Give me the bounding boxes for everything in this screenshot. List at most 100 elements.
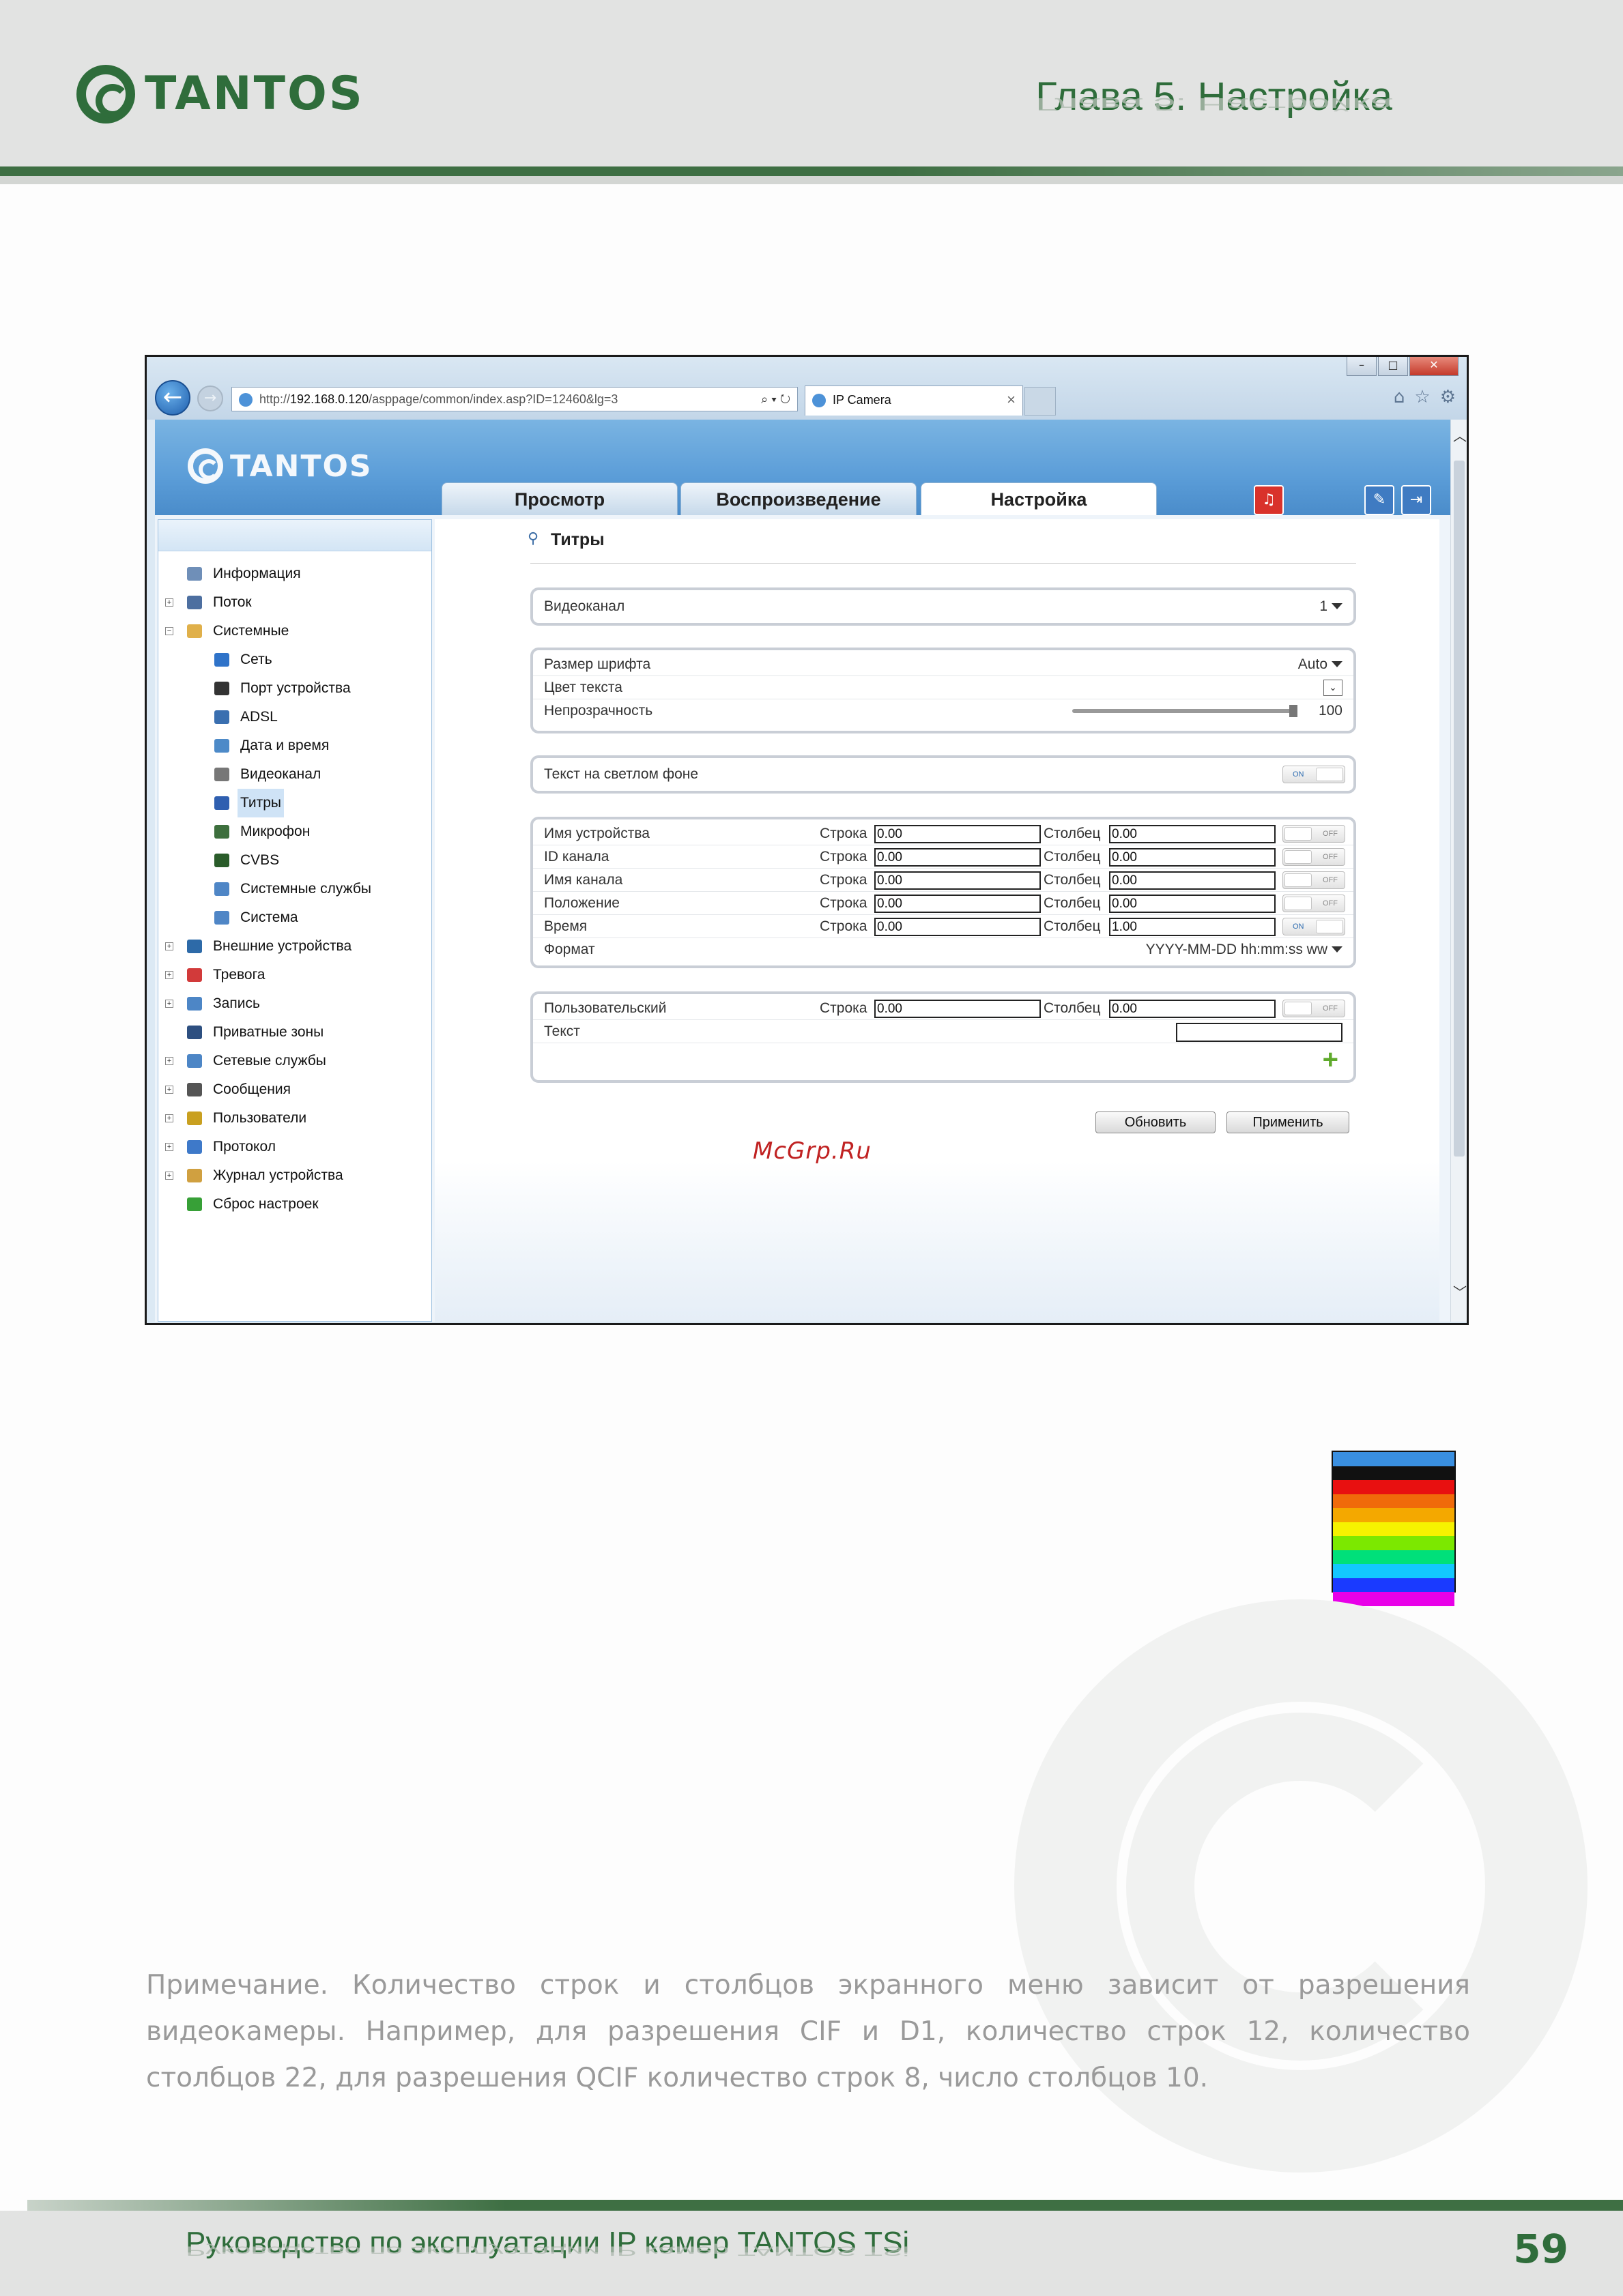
overlay-toggle[interactable]: OFF [1282, 825, 1345, 843]
browser-tab[interactable]: IP Camera × [805, 386, 1023, 416]
overlay-toggle[interactable]: ON [1282, 918, 1345, 935]
camera-icon [214, 768, 229, 781]
overlay-toggle[interactable]: OFF [1282, 871, 1345, 889]
custom-text-label: Текст [544, 1023, 580, 1039]
sidebar-item[interactable]: Сеть [158, 645, 431, 674]
custom-col-input[interactable]: 0.00 [1109, 1000, 1276, 1018]
scrollbar-thumb[interactable] [1454, 461, 1465, 1157]
footer-divider [27, 2200, 1623, 2211]
sidebar-item[interactable]: + Пользователи [158, 1104, 431, 1133]
opacity-slider[interactable] [1072, 705, 1297, 717]
light-background-toggle[interactable]: ON [1282, 766, 1345, 783]
sidebar-item[interactable]: + Сетевые службы [158, 1047, 431, 1075]
lock-edit-icon[interactable]: ✎ [1364, 485, 1394, 515]
expand-icon[interactable]: + [165, 1172, 173, 1180]
logout-icon[interactable]: ⇥ [1401, 485, 1431, 515]
sidebar-item[interactable]: Титры [158, 789, 431, 817]
sidebar-item[interactable]: + Сообщения [158, 1075, 431, 1104]
sidebar-item[interactable]: + Протокол [158, 1133, 431, 1161]
row-input[interactable]: 0.00 [874, 848, 1041, 867]
custom-toggle[interactable]: OFF [1282, 1000, 1345, 1017]
custom-text-row: Текст [533, 1020, 1353, 1043]
custom-col-label: Столбец [1044, 1000, 1101, 1016]
tab-settings[interactable]: Настройка [921, 482, 1157, 515]
font-size-select[interactable]: Auto [1298, 653, 1342, 676]
sidebar-item[interactable]: Сброс настроек [158, 1190, 431, 1219]
sidebar-item[interactable]: − Системные [158, 617, 431, 645]
overlay-toggle[interactable]: OFF [1282, 895, 1345, 912]
sidebar-item[interactable]: Система [158, 903, 431, 932]
row-input[interactable]: 0.00 [874, 918, 1041, 936]
sidebar-item-label: Сетевые службы [213, 1053, 326, 1069]
overlay-label: Имя канала [544, 872, 623, 888]
sidebar-item[interactable]: Дата и время [158, 731, 431, 760]
overlay-toggle[interactable]: OFF [1282, 848, 1345, 866]
expand-icon[interactable]: + [165, 598, 173, 607]
refresh-button[interactable]: Обновить [1095, 1111, 1216, 1133]
sidebar-item[interactable]: ADSL [158, 703, 431, 731]
sidebar-item[interactable]: Приватные зоны [158, 1018, 431, 1047]
scroll-up-icon[interactable]: ︿ [1453, 425, 1467, 445]
logo-text: TANTOS [145, 67, 364, 121]
tab-preview[interactable]: Просмотр [442, 482, 678, 515]
minimize-button[interactable]: – [1347, 357, 1377, 376]
sidebar-item[interactable]: Информация [158, 560, 431, 588]
add-plus-icon[interactable]: + [1323, 1046, 1338, 1073]
sidebar-item[interactable]: Системные службы [158, 875, 431, 903]
search-refresh-icon[interactable]: ⌕ ▾ ↻ [761, 388, 790, 411]
browser-window-screenshot: ← → http://192.168.0.120/asppage/common/… [145, 355, 1469, 1325]
forward-arrow-icon[interactable]: → [197, 386, 223, 411]
sidebar-item[interactable]: Порт устройства [158, 674, 431, 703]
maximize-button[interactable]: □ [1378, 357, 1408, 376]
row-input[interactable]: 0.00 [874, 825, 1041, 843]
titles-settings-panel: ⚲ Титры Видеоканал 1 Размер шрифта Auto [435, 519, 1439, 1322]
vertical-scrollbar[interactable]: ︿ ﹀ [1450, 420, 1467, 1322]
sidebar-item[interactable]: + Запись [158, 989, 431, 1018]
col-input[interactable]: 0.00 [1109, 895, 1276, 913]
custom-row-input[interactable]: 0.00 [874, 1000, 1041, 1018]
expand-icon[interactable]: + [165, 1114, 173, 1122]
address-bar[interactable]: http://192.168.0.120/asppage/common/inde… [231, 387, 798, 411]
sidebar-item-label: Сброс настроек [213, 1196, 319, 1212]
home-icon[interactable]: ⌂ [1394, 387, 1405, 407]
text-color-select[interactable]: ⌄ [1323, 676, 1342, 699]
tab-playback[interactable]: Воспроизведение [680, 482, 917, 515]
alarm-bell-icon[interactable]: ♫ [1254, 485, 1284, 515]
expand-icon[interactable]: + [165, 942, 173, 950]
opacity-slider-handle[interactable] [1289, 705, 1297, 717]
new-tab-button[interactable] [1024, 387, 1056, 416]
row-input[interactable]: 0.00 [874, 871, 1041, 890]
expand-icon[interactable]: + [165, 1057, 173, 1065]
sidebar-item[interactable]: + Поток [158, 588, 431, 617]
expand-icon[interactable]: + [165, 1086, 173, 1094]
expand-icon[interactable]: + [165, 1000, 173, 1008]
sidebar-item[interactable]: Видеоканал [158, 760, 431, 789]
toggle-state: OFF [1323, 853, 1338, 861]
row-input[interactable]: 0.00 [874, 895, 1041, 913]
expand-icon[interactable]: + [165, 971, 173, 979]
sidebar-item[interactable]: + Внешние устройства [158, 932, 431, 961]
collapse-icon[interactable]: − [165, 627, 173, 635]
back-arrow-icon[interactable]: ← [155, 380, 190, 416]
format-select[interactable]: YYYY-MM-DD hh:mm:ss ww [1146, 938, 1342, 961]
col-input[interactable]: 0.00 [1109, 871, 1276, 890]
light-background-group: Текст на светлом фоне ON [530, 755, 1356, 794]
sidebar-item[interactable]: + Тревога [158, 961, 431, 989]
close-button[interactable]: ✕ [1409, 357, 1459, 376]
col-input[interactable]: 0.00 [1109, 825, 1276, 843]
videochannel-select[interactable]: 1 [1319, 595, 1342, 618]
sidebar-item[interactable]: + Журнал устройства [158, 1161, 431, 1190]
col-input[interactable]: 0.00 [1109, 848, 1276, 867]
col-input[interactable]: 1.00 [1109, 918, 1276, 936]
favorites-star-icon[interactable]: ☆ [1414, 387, 1430, 407]
custom-text-input[interactable] [1176, 1023, 1342, 1042]
expand-icon[interactable]: + [165, 1143, 173, 1151]
gear-icon[interactable]: ⚙ [1440, 387, 1456, 407]
scroll-down-icon[interactable]: ﹀ [1453, 1281, 1467, 1301]
sidebar-item[interactable]: Микрофон [158, 817, 431, 846]
sidebar-item[interactable]: CVBS [158, 846, 431, 875]
overlay-row: Время Строка 0.00 Столбец 1.00 ON [533, 915, 1353, 938]
apply-button[interactable]: Применить [1226, 1111, 1349, 1133]
format-label: Формат [544, 942, 595, 957]
tab-close-icon[interactable]: × [1007, 386, 1016, 413]
